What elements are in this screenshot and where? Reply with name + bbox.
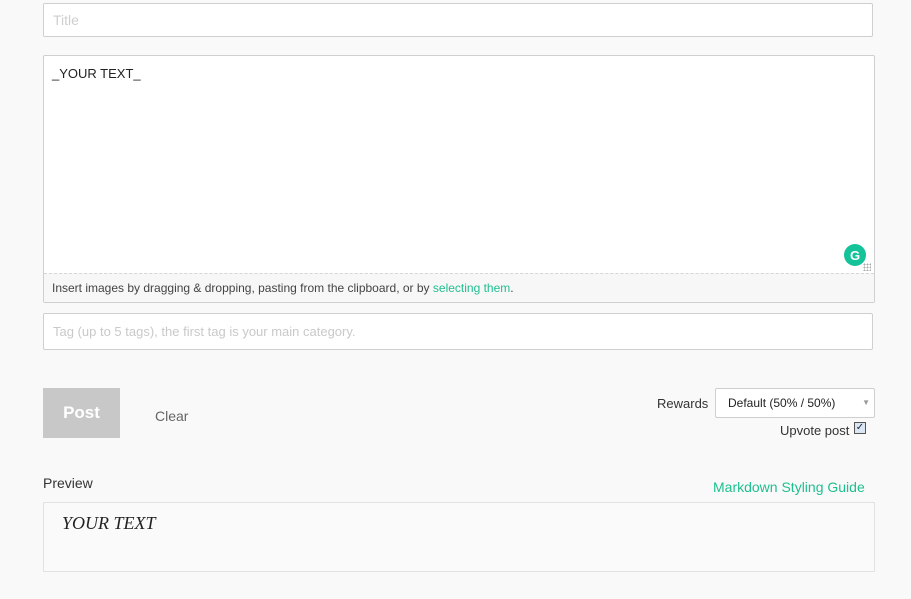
post-button[interactable]: Post xyxy=(43,388,120,438)
rewards-select[interactable]: Default (50% / 50%) ▼ xyxy=(715,388,875,418)
preview-label: Preview xyxy=(43,475,93,491)
body-textarea[interactable]: _YOUR TEXT_ xyxy=(44,56,874,273)
preview-rendered-text: YOUR TEXT xyxy=(62,513,156,533)
upvote-label: Upvote post xyxy=(780,423,850,438)
image-hint-end: . xyxy=(510,281,514,295)
chevron-down-icon: ▼ xyxy=(862,398,870,407)
post-editor-page: _YOUR TEXT_ G Insert images by dragging … xyxy=(0,0,911,599)
rewards-selected-value: Default (50% / 50%) xyxy=(728,396,836,410)
editor-box: _YOUR TEXT_ G Insert images by dragging … xyxy=(43,55,875,303)
resize-grip-icon[interactable] xyxy=(863,263,871,271)
rewards-label: Rewards xyxy=(657,396,709,411)
image-hint-text: Insert images by dragging & dropping, pa… xyxy=(52,281,433,295)
clear-button[interactable]: Clear xyxy=(148,406,195,426)
upvote-checkbox[interactable]: ✓ xyxy=(854,422,866,434)
select-images-link[interactable]: selecting them xyxy=(433,281,510,295)
image-upload-hint: Insert images by dragging & dropping, pa… xyxy=(44,273,874,302)
check-icon: ✓ xyxy=(855,422,865,433)
title-input[interactable] xyxy=(43,3,873,37)
markdown-guide-link[interactable]: Markdown Styling Guide xyxy=(713,479,865,495)
tags-input[interactable] xyxy=(43,313,873,350)
preview-box: YOUR TEXT xyxy=(43,502,875,572)
